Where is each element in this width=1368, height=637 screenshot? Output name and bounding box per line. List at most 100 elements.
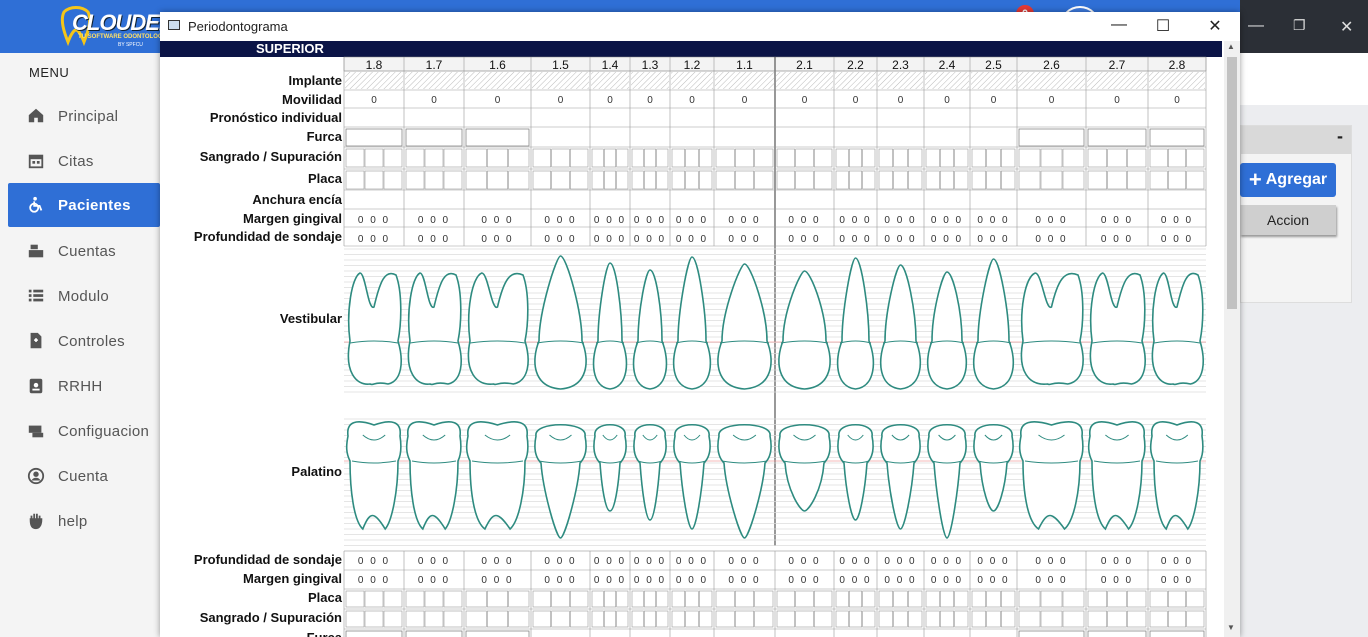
plaque-box[interactable] — [383, 590, 403, 608]
plaque-box[interactable] — [551, 590, 570, 608]
plaque-box[interactable] — [878, 590, 893, 608]
furca-box[interactable] — [1018, 630, 1085, 637]
plaque-box[interactable] — [604, 170, 616, 190]
furca-box[interactable] — [345, 630, 403, 637]
bleeding-box[interactable] — [1168, 148, 1186, 168]
plaque-box[interactable] — [835, 170, 849, 190]
plaque-box[interactable] — [364, 590, 384, 608]
bleeding-box[interactable] — [383, 148, 403, 168]
plaque-box[interactable] — [405, 170, 425, 190]
probing-depth-value[interactable]: 0 0 0 — [544, 234, 576, 245]
implant-cell[interactable] — [1149, 72, 1205, 89]
tooth-palatal-1-4[interactable] — [593, 424, 627, 512]
furca-box[interactable] — [1087, 630, 1147, 637]
gingival-margin-value[interactable]: 0 0 0 — [358, 575, 390, 586]
plaque-box[interactable] — [631, 170, 644, 190]
furca-box[interactable] — [1149, 630, 1205, 637]
gingival-margin-value[interactable]: 0 0 0 — [1101, 215, 1133, 226]
gingival-margin-value[interactable]: 0 0 0 — [481, 575, 513, 586]
bleeding-box[interactable] — [508, 610, 530, 628]
tooth-palatal-2-8[interactable] — [1149, 421, 1204, 531]
plaque-box[interactable] — [685, 170, 699, 190]
sidebar-item-cuentas[interactable]: Cuentas — [8, 229, 160, 273]
bleeding-box[interactable] — [345, 610, 365, 628]
gingival-margin-value[interactable]: 0 0 0 — [1161, 215, 1193, 226]
bleeding-box[interactable] — [795, 610, 814, 628]
bleeding-box[interactable] — [1062, 148, 1085, 168]
plaque-box[interactable] — [893, 590, 908, 608]
scroll-up-icon[interactable]: ▲ — [1227, 42, 1235, 51]
bleeding-box[interactable] — [735, 610, 754, 628]
mobility-value[interactable]: 0 — [647, 95, 653, 106]
gingival-margin-value[interactable]: 0 0 0 — [931, 215, 963, 226]
bleeding-box[interactable] — [570, 610, 589, 628]
bleeding-box[interactable] — [487, 610, 508, 628]
bleeding-box[interactable] — [925, 148, 940, 168]
bleeding-box[interactable] — [532, 148, 551, 168]
probing-depth-value[interactable]: 0 0 0 — [977, 234, 1009, 245]
gingival-margin-value[interactable]: 0 0 0 — [884, 575, 916, 586]
probing-depth-value[interactable]: 0 0 0 — [977, 556, 1009, 567]
plaque-box[interactable] — [954, 590, 969, 608]
probing-depth-value[interactable]: 0 0 0 — [1161, 234, 1193, 245]
plaque-box[interactable] — [465, 170, 487, 190]
implant-cell[interactable] — [776, 72, 833, 89]
plaque-box[interactable] — [671, 590, 685, 608]
sidebar-item-configuacion[interactable]: Configuacion — [8, 409, 160, 453]
plaque-box[interactable] — [364, 170, 384, 190]
tooth-vestibular-2-3[interactable] — [879, 264, 922, 390]
implant-cell[interactable] — [465, 72, 530, 89]
gingival-margin-value[interactable]: 0 0 0 — [1035, 575, 1067, 586]
gingival-margin-value[interactable]: 0 0 0 — [1035, 215, 1067, 226]
plaque-box[interactable] — [405, 590, 425, 608]
plaque-box[interactable] — [971, 590, 986, 608]
implant-cell[interactable] — [835, 72, 876, 89]
plaque-box[interactable] — [835, 590, 849, 608]
plaque-box[interactable] — [715, 170, 735, 190]
probing-depth-value[interactable]: 0 0 0 — [1101, 556, 1133, 567]
gingival-margin-value[interactable]: 0 0 0 — [788, 215, 820, 226]
mobility-value[interactable]: 0 — [742, 95, 748, 106]
sidebar-item-principal[interactable]: Principal — [8, 94, 160, 138]
probing-depth-value[interactable]: 0 0 0 — [839, 234, 871, 245]
plaque-box[interactable] — [570, 590, 589, 608]
bleeding-box[interactable] — [345, 148, 365, 168]
tooth-vestibular-1-7[interactable] — [407, 272, 462, 386]
sidebar-item-controles[interactable]: Controles — [8, 319, 160, 363]
plaque-box[interactable] — [616, 170, 629, 190]
plaque-box[interactable] — [1127, 590, 1147, 608]
furca-box[interactable] — [465, 128, 530, 147]
bleeding-box[interactable] — [849, 610, 862, 628]
gingival-margin-value[interactable]: 0 0 0 — [728, 575, 760, 586]
gingival-margin-value[interactable]: 0 0 0 — [594, 575, 626, 586]
gingival-margin-value[interactable]: 0 0 0 — [544, 575, 576, 586]
plaque-box[interactable] — [424, 590, 444, 608]
probing-depth-value[interactable]: 0 0 0 — [676, 556, 708, 567]
probing-depth-value[interactable]: 0 0 0 — [788, 556, 820, 567]
bleeding-box[interactable] — [1087, 148, 1107, 168]
tooth-palatal-2-7[interactable] — [1087, 421, 1146, 531]
probing-depth-value[interactable]: 0 0 0 — [634, 556, 666, 567]
bleeding-box[interactable] — [465, 610, 487, 628]
plaque-box[interactable] — [908, 170, 923, 190]
bleeding-box[interactable] — [364, 148, 384, 168]
probing-depth-value[interactable]: 0 0 0 — [418, 234, 450, 245]
implant-cell[interactable] — [671, 72, 713, 89]
plaque-box[interactable] — [735, 170, 754, 190]
implant-cell[interactable] — [1018, 72, 1085, 89]
bleeding-box[interactable] — [604, 610, 616, 628]
plaque-box[interactable] — [443, 170, 463, 190]
plaque-box[interactable] — [862, 590, 876, 608]
plaque-box[interactable] — [532, 170, 551, 190]
plaque-box[interactable] — [849, 590, 862, 608]
bleeding-box[interactable] — [754, 148, 774, 168]
bleeding-box[interactable] — [644, 148, 656, 168]
bleeding-box[interactable] — [954, 148, 969, 168]
gingival-margin-value[interactable]: 0 0 0 — [481, 215, 513, 226]
plaque-box[interactable] — [644, 590, 656, 608]
gingival-margin-value[interactable]: 0 0 0 — [839, 575, 871, 586]
bleeding-box[interactable] — [364, 610, 384, 628]
gingival-margin-value[interactable]: 0 0 0 — [977, 215, 1009, 226]
probing-depth-value[interactable]: 0 0 0 — [884, 556, 916, 567]
bleeding-box[interactable] — [699, 610, 713, 628]
